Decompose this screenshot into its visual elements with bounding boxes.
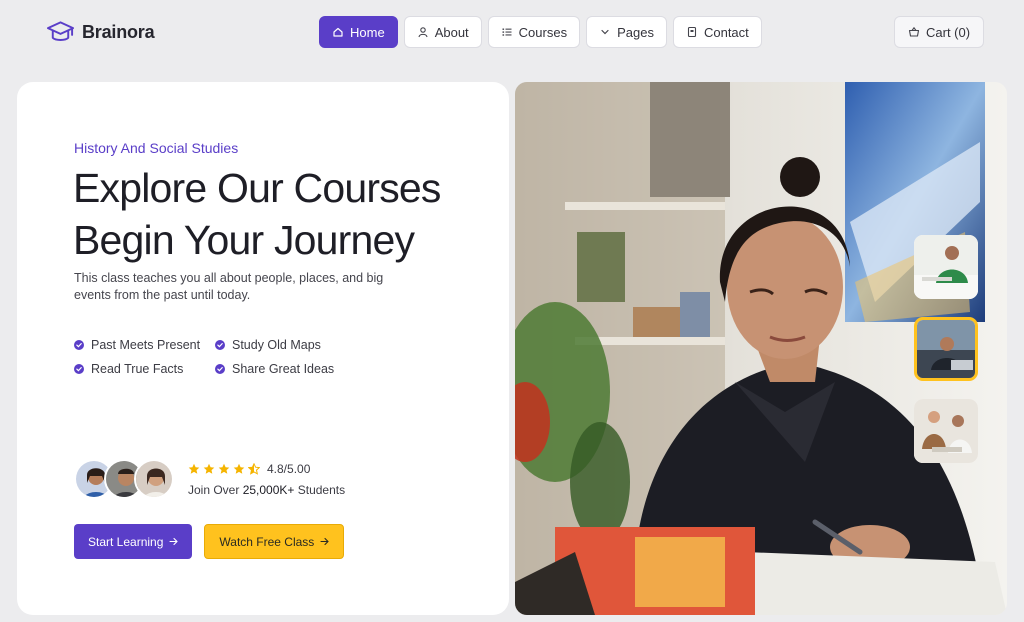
cta-row: Start Learning Watch Free Class: [74, 524, 345, 559]
cart-label: Cart (0): [926, 24, 971, 40]
feature-label: Study Old Maps: [232, 338, 321, 352]
feature-item: Share Great Ideas: [215, 362, 365, 376]
students-count: Join Over 25,000K+ Students: [188, 483, 345, 497]
main-nav: Home About Courses Pages Contact: [319, 16, 762, 48]
star-icon: [218, 463, 230, 475]
feature-label: Past Meets Present: [91, 338, 201, 352]
check-badge-icon: [215, 364, 225, 374]
nav-pages[interactable]: Pages: [586, 16, 667, 48]
brand-name: Brainora: [82, 21, 155, 42]
check-badge-icon: [74, 340, 84, 350]
rating-block: 4.8/5.00 Join Over 25,000K+ Students: [188, 462, 345, 497]
nav-home[interactable]: Home: [319, 16, 398, 48]
nav-pages-label: Pages: [617, 24, 654, 40]
check-badge-icon: [74, 364, 84, 374]
list-icon: [501, 26, 513, 38]
headline-line-2: Begin Your Journey: [73, 217, 415, 263]
hero-card: History And Social Studies Explore Our C…: [17, 82, 509, 615]
students-suffix: Students: [294, 482, 346, 497]
check-badge-icon: [215, 340, 225, 350]
headline-line-1: Explore Our Courses: [73, 165, 441, 211]
hero-photo: [515, 82, 1007, 615]
feature-list: Past Meets Present Study Old Maps Read T…: [74, 338, 374, 376]
start-learning-button[interactable]: Start Learning: [74, 524, 193, 559]
watch-free-class-button[interactable]: Watch Free Class: [204, 524, 345, 559]
gallery-thumbnail[interactable]: [914, 235, 978, 299]
arrow-right-icon: [169, 537, 179, 546]
nav-home-label: Home: [350, 24, 385, 40]
feature-item: Read True Facts: [74, 362, 215, 376]
site-header: Brainora Home About Courses Pages Contac…: [0, 0, 1024, 66]
nav-about-label: About: [434, 24, 469, 40]
hero-headline: Explore Our Courses Begin Your Journey: [73, 162, 493, 266]
cart-button[interactable]: Cart (0): [894, 16, 985, 48]
feature-item: Past Meets Present: [74, 338, 215, 352]
students-prefix: Join Over: [188, 482, 243, 497]
watch-free-class-label: Watch Free Class: [219, 534, 315, 549]
nav-contact[interactable]: Contact: [672, 16, 762, 48]
star-icon: [188, 463, 200, 475]
thumbnail-image: [914, 235, 978, 299]
graduation-cap-icon: [46, 21, 75, 41]
user-icon: [417, 26, 429, 38]
feature-label: Read True Facts: [91, 362, 184, 376]
feature-item: Study Old Maps: [215, 338, 365, 352]
gallery-thumbnail-selected[interactable]: [914, 317, 978, 381]
social-proof: 4.8/5.00 Join Over 25,000K+ Students: [74, 459, 345, 499]
star-icon: [233, 463, 245, 475]
thumbnail-image: [914, 399, 978, 463]
hero-eyebrow: History And Social Studies: [74, 140, 239, 156]
contact-card-icon: [686, 26, 698, 38]
brand-logo[interactable]: Brainora: [46, 19, 155, 45]
home-icon: [332, 26, 344, 38]
gallery-thumbnail[interactable]: [914, 399, 978, 463]
thumbnail-image: [917, 320, 975, 378]
star-half-icon: [248, 462, 260, 475]
basket-icon: [908, 26, 920, 37]
chevron-down-icon: [599, 26, 611, 38]
avatar-group: [74, 459, 174, 499]
students-number: 25,000K+: [242, 482, 295, 497]
start-learning-label: Start Learning: [88, 534, 164, 549]
star-icon: [203, 463, 215, 475]
nav-courses-label: Courses: [518, 24, 568, 40]
feature-label: Share Great Ideas: [232, 362, 335, 376]
avatar: [134, 459, 174, 499]
arrow-right-icon: [320, 537, 330, 546]
rating-value: 4.8/5.00: [267, 461, 311, 476]
rating-row: 4.8/5.00: [188, 462, 345, 476]
hero-description: This class teaches you all about people,…: [74, 271, 384, 302]
nav-courses[interactable]: Courses: [487, 16, 581, 48]
nav-contact-label: Contact: [703, 24, 749, 40]
nav-about[interactable]: About: [403, 16, 482, 48]
